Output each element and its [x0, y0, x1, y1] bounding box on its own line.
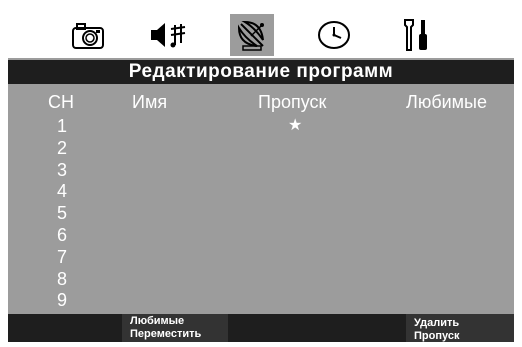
satellite-dish-icon [237, 20, 264, 51]
list-item[interactable]: 2 [8, 137, 514, 159]
osd-menu: Редактирование программ CH Имя Пропуск Л… [8, 12, 514, 342]
softkey-red[interactable] [8, 314, 106, 342]
softkey-divider [106, 314, 122, 342]
skip-star-icon: ★ [288, 117, 303, 134]
list-item[interactable]: 4 [8, 180, 514, 202]
channel-number: 2 [56, 137, 67, 158]
camera-icon [72, 23, 104, 49]
list-item[interactable]: 9 [8, 289, 514, 311]
menu-tab-bar [8, 12, 514, 58]
column-header-ch: CH [48, 92, 74, 112]
softkey-yellow[interactable] [228, 314, 388, 342]
list-item[interactable]: 5 [8, 202, 514, 224]
column-header-favorites: Любимые [406, 92, 487, 112]
channel-number: 1 [56, 116, 67, 136]
column-header-skip: Пропуск [258, 92, 327, 112]
channel-number: 6 [56, 224, 67, 245]
page-title: Редактирование программ [8, 60, 514, 84]
tools-icon [404, 19, 427, 51]
softkey-label: Переместить [130, 328, 202, 340]
channel-list: 1 ★ 2 3 4 5 6 7 8 9 [8, 115, 514, 311]
column-header-name: Имя [132, 92, 168, 112]
softkey-label: Пропуск [414, 330, 460, 342]
softkey-label: Удалить [414, 317, 460, 329]
clock-icon [318, 21, 350, 49]
tab-sound[interactable] [146, 14, 190, 56]
softkey-favorites-move[interactable]: Любимые Переместить [122, 314, 228, 342]
column-header-row: CH Имя Пропуск Любимые [8, 92, 514, 114]
list-item[interactable]: 6 [8, 224, 514, 246]
channel-number: 5 [56, 203, 67, 224]
list-item[interactable]: 7 [8, 246, 514, 268]
list-item[interactable]: 1 ★ [8, 115, 514, 137]
channel-number: 9 [56, 290, 67, 311]
list-item[interactable]: 8 [8, 268, 514, 290]
tab-time[interactable] [312, 14, 356, 56]
tab-setup[interactable] [394, 14, 438, 56]
channel-number: 7 [56, 246, 67, 267]
softkey-delete-skip[interactable]: Удалить Пропуск [406, 314, 514, 342]
channel-number: 4 [56, 181, 67, 202]
tab-picture[interactable] [66, 14, 110, 56]
tab-channel[interactable] [230, 14, 274, 56]
list-item[interactable]: 3 [8, 159, 514, 181]
channel-number: 8 [56, 268, 67, 289]
softkey-bar: Любимые Переместить Удалить Пропуск [8, 314, 514, 342]
channel-number: 3 [56, 159, 67, 180]
speaker-music-icon [151, 23, 186, 48]
softkey-label: Любимые [130, 315, 185, 327]
